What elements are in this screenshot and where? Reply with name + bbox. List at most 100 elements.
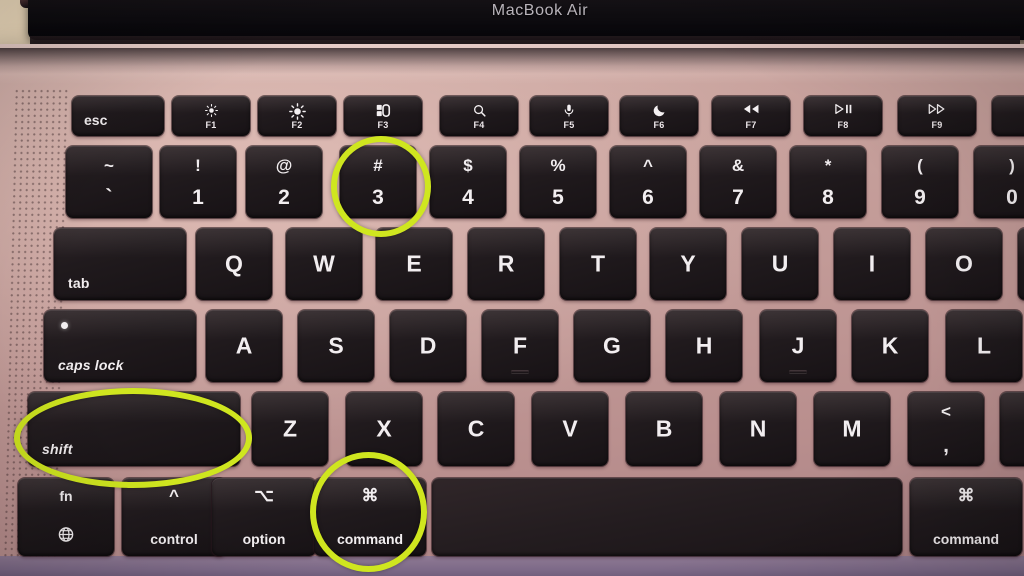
key-greater-than-period[interactable]: >. <box>1000 392 1024 466</box>
key-lower-glyph: 9 <box>914 186 926 209</box>
key-esc[interactable]: esc <box>72 96 164 136</box>
key-fnum-label: F6 <box>653 120 665 130</box>
key-n[interactable]: N <box>720 392 796 466</box>
key-letter: D <box>419 332 437 359</box>
key-f8[interactable]: F8 <box>804 96 882 136</box>
key-fnum-label: F5 <box>563 120 575 130</box>
key-letter: I <box>868 250 876 277</box>
key-fn[interactable]: fn <box>18 478 114 556</box>
key-w[interactable]: W <box>286 228 362 300</box>
fast-forward-icon <box>898 103 976 117</box>
key-upper-glyph: @ <box>275 156 293 175</box>
key-paren-open-9[interactable]: (9 <box>882 146 958 218</box>
key-f[interactable]: F <box>482 310 558 382</box>
key-f2[interactable]: F2 <box>258 96 336 136</box>
key-l[interactable]: L <box>946 310 1022 382</box>
key-x[interactable]: X <box>346 392 422 466</box>
key-h[interactable]: H <box>666 310 742 382</box>
key-upper-glyph: $ <box>463 156 473 175</box>
key-q[interactable]: Q <box>196 228 272 300</box>
key-p[interactable]: P <box>1018 228 1024 300</box>
key-j[interactable]: J <box>760 310 836 382</box>
key-percent-5[interactable]: % 5 <box>520 146 596 218</box>
key-fnum-label: F2 <box>291 120 303 130</box>
key-paren-close-0[interactable]: ) 0 <box>974 146 1024 218</box>
key-lower-glyph: . <box>1000 434 1024 458</box>
option-symbol-icon: ⌥ <box>254 486 274 505</box>
key-letter: A <box>235 332 253 359</box>
key-upper-glyph: & <box>731 156 745 175</box>
key-exclaim-1[interactable]: ! 1 <box>160 146 236 218</box>
home-row-tactile-bump <box>789 370 807 373</box>
key-gloss <box>72 96 164 113</box>
key-s[interactable]: S <box>298 310 374 382</box>
key-letter: H <box>695 332 713 359</box>
key-b[interactable]: B <box>626 392 702 466</box>
key-control[interactable]: ^ control <box>122 478 226 556</box>
key-upper-glyph: ! <box>195 156 201 175</box>
key-upper-glyph: # <box>373 156 383 175</box>
key-f3[interactable]: F3 <box>344 96 422 136</box>
key-lower-glyph: 4 <box>462 186 474 209</box>
key-letter: C <box>467 415 485 442</box>
key-letter: K <box>881 332 899 359</box>
key-letter: Z <box>282 415 298 442</box>
key-letter: P <box>1018 251 1024 278</box>
key-c[interactable]: C <box>438 392 514 466</box>
key-less-than-comma[interactable]: <, <box>908 392 984 466</box>
key-letter: L <box>976 332 992 359</box>
key-r[interactable]: R <box>468 228 544 300</box>
key-f9[interactable]: F9 <box>898 96 976 136</box>
key-ampersand-7[interactable]: & 7 <box>700 146 776 218</box>
key-z[interactable]: Z <box>252 392 328 466</box>
key-letter: Y <box>680 250 696 277</box>
key-f7[interactable]: F7 <box>712 96 790 136</box>
key-k[interactable]: K <box>852 310 928 382</box>
key-tab[interactable]: tab <box>54 228 186 300</box>
key-lower-glyph: 8 <box>822 186 834 209</box>
key-i[interactable]: I <box>834 228 910 300</box>
key-lower-glyph: 1 <box>192 186 204 209</box>
key-hash-3[interactable]: #3 <box>340 146 416 218</box>
key-caps-lock[interactable]: caps lock <box>44 310 196 382</box>
key-t[interactable]: T <box>560 228 636 300</box>
key-label-control: control <box>150 531 198 547</box>
key-letter: M <box>842 415 862 442</box>
key-f4[interactable]: F4 <box>440 96 518 136</box>
key-a[interactable]: A <box>206 310 282 382</box>
key-letter: E <box>406 250 422 277</box>
key-label-tab: tab <box>68 275 90 291</box>
key-d[interactable]: D <box>390 310 466 382</box>
key-f5[interactable]: F5 <box>530 96 608 136</box>
home-row-tactile-bump <box>511 370 529 373</box>
key-f6[interactable]: F6 <box>620 96 698 136</box>
key-caret-6[interactable]: ^ 6 <box>610 146 686 218</box>
spotlight-search-icon <box>440 103 518 120</box>
key-f10[interactable] <box>992 96 1024 136</box>
key-at-2[interactable]: @2 <box>246 146 322 218</box>
key-u[interactable]: U <box>742 228 818 300</box>
globe-icon <box>58 526 75 547</box>
key-option[interactable]: ⌥ option <box>212 478 316 556</box>
key-tilde-backtick[interactable]: ~ ` <box>66 146 152 218</box>
key-label-esc: esc <box>84 112 108 128</box>
key-m[interactable]: M <box>814 392 890 466</box>
key-g[interactable]: G <box>574 310 650 382</box>
key-shift-left[interactable]: shift <box>28 392 240 466</box>
key-gloss <box>28 392 240 424</box>
key-gloss <box>54 228 186 259</box>
key-dollar-4[interactable]: $4 <box>430 146 506 218</box>
key-e[interactable]: E <box>376 228 452 300</box>
key-y[interactable]: Y <box>650 228 726 300</box>
key-spacebar[interactable] <box>432 478 902 556</box>
key-fnum-label: F9 <box>931 120 943 130</box>
key-upper-glyph: * <box>824 156 832 175</box>
key-command-right[interactable]: ⌘ command <box>910 478 1022 556</box>
key-asterisk-8[interactable]: * 8 <box>790 146 866 218</box>
key-command-left[interactable]: ⌘ command <box>314 478 426 556</box>
command-symbol-icon: ⌘ <box>957 486 975 505</box>
key-letter: B <box>655 415 673 442</box>
key-v[interactable]: V <box>532 392 608 466</box>
key-o[interactable]: O <box>926 228 1002 300</box>
key-f1[interactable]: F1 <box>172 96 250 136</box>
